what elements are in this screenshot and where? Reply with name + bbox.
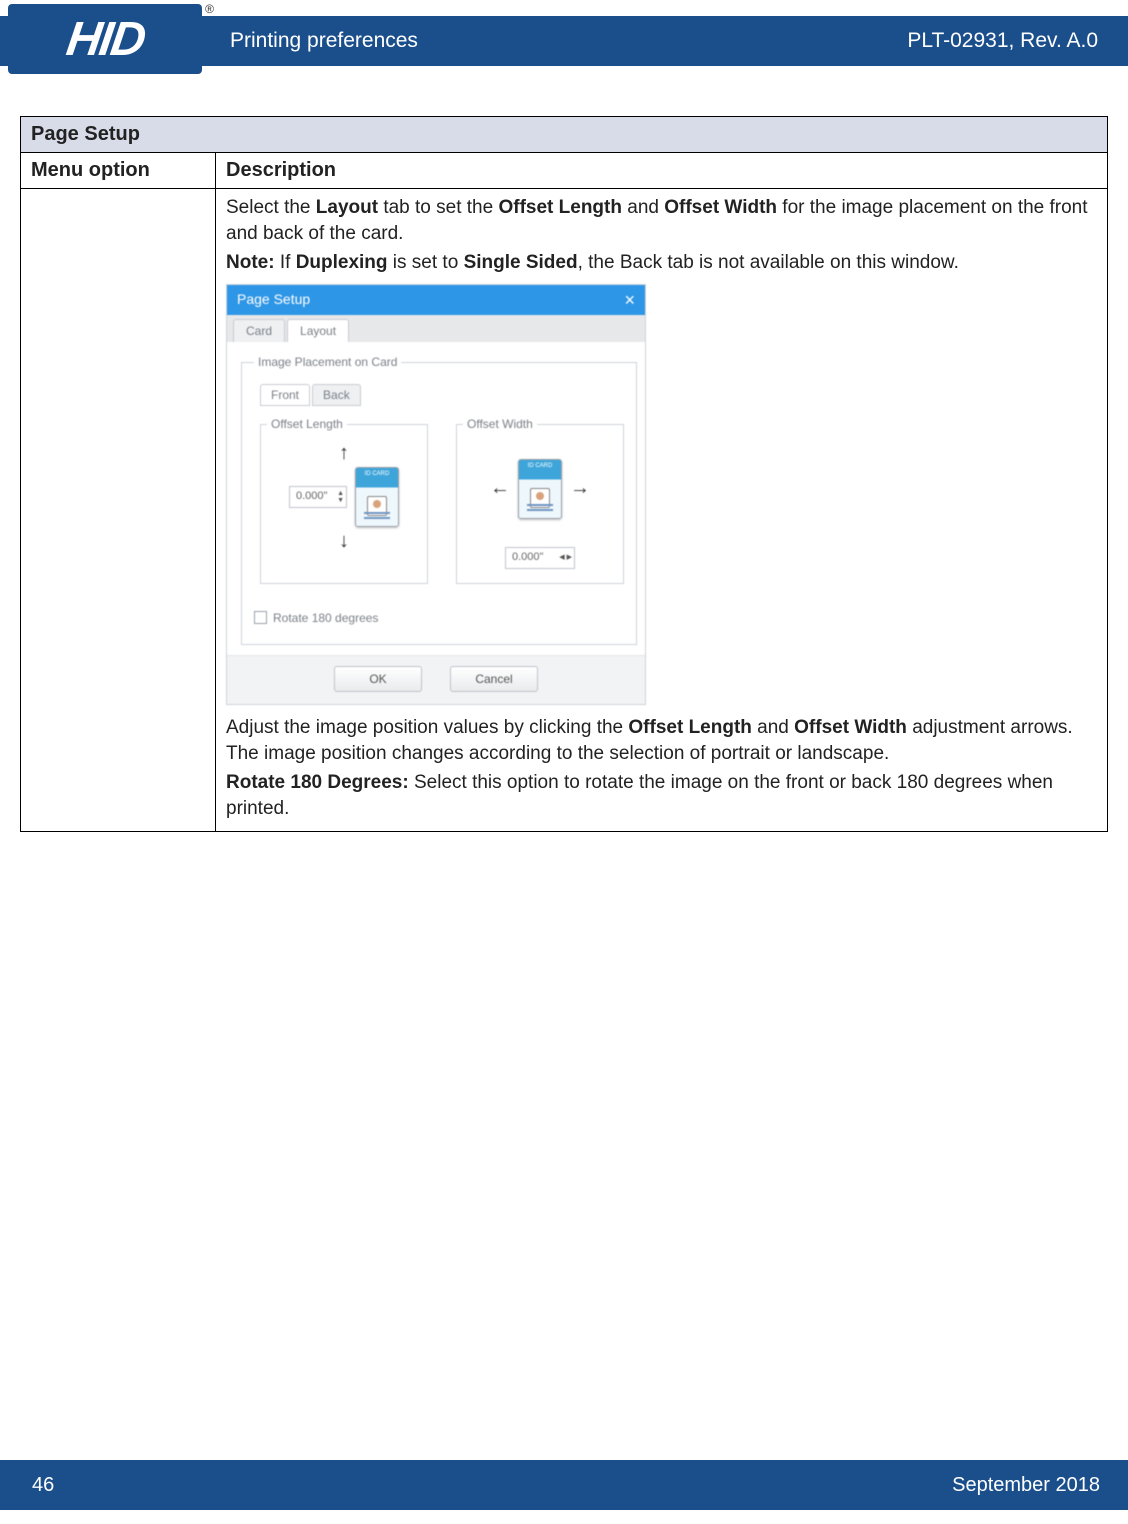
footer-date: September 2018 <box>952 1474 1100 1497</box>
page-setup-dialog: Page Setup × Card Layout Image Placement… <box>226 284 646 705</box>
image-placement-group: Image Placement on Card Front Back Offse… <box>241 354 637 645</box>
description-cell: Select the Layout tab to set the Offset … <box>216 189 1108 832</box>
tab-layout[interactable]: Layout <box>287 319 349 342</box>
offset-length-group: Offset Length ↑ 0.000" ▲ <box>260 416 428 583</box>
ok-button[interactable]: OK <box>334 666 422 692</box>
page-number: 46 <box>32 1474 54 1497</box>
brand-logo: HID ® <box>8 4 202 74</box>
dialog-button-row: OK Cancel <box>227 655 645 704</box>
page-header: Printing preferences PLT-02931, Rev. A.0… <box>0 0 1128 76</box>
desc-note: Note: If Duplexing is set to Single Side… <box>226 250 1097 276</box>
doc-rev: PLT-02931, Rev. A.0 <box>907 29 1098 53</box>
offset-width-group: Offset Width ← → <box>456 416 624 583</box>
offset-width-spinner[interactable]: ◀ ▶ <box>559 554 572 561</box>
close-icon[interactable]: × <box>624 291 635 309</box>
tab-front[interactable]: Front <box>260 384 310 406</box>
page-footer: 46 September 2018 <box>0 1460 1128 1510</box>
offset-length-legend: Offset Length <box>267 416 347 432</box>
arrow-right-icon: → <box>570 475 590 502</box>
cancel-button[interactable]: Cancel <box>450 666 538 692</box>
desc-paragraph-1: Select the Layout tab to set the Offset … <box>226 195 1097 246</box>
dialog-main-tabs: Card Layout <box>227 315 645 342</box>
offset-row: Offset Length ↑ 0.000" ▲ <box>254 416 624 583</box>
col-header-menu: Menu option <box>21 153 216 189</box>
offset-length-value: 0.000" <box>296 489 327 504</box>
offset-width-value: 0.000" <box>512 550 543 565</box>
arrow-left-icon: ← <box>490 475 510 502</box>
col-header-desc: Description <box>216 153 1108 189</box>
spinner-up-icon[interactable]: ▲ <box>337 490 344 497</box>
dialog-body: Image Placement on Card Front Back Offse… <box>227 342 645 655</box>
rotate-row: Rotate 180 degrees <box>254 610 624 626</box>
spinner-right-icon[interactable]: ▶ <box>567 554 572 561</box>
rotate-checkbox[interactable] <box>254 611 267 624</box>
spinner-down-icon[interactable]: ▼ <box>337 497 344 504</box>
desc-paragraph-3: Rotate 180 Degrees: Select this option t… <box>226 770 1097 821</box>
section-title: Printing preferences <box>230 29 418 53</box>
tab-back[interactable]: Back <box>312 384 361 406</box>
image-placement-legend: Image Placement on Card <box>254 354 401 370</box>
page-setup-table: Page Setup Menu option Description Selec… <box>20 116 1108 832</box>
offset-width-legend: Offset Width <box>463 416 537 432</box>
arrow-down-icon: ↓ <box>339 531 349 551</box>
offset-length-input[interactable]: 0.000" ▲ ▼ <box>289 486 347 508</box>
tab-card[interactable]: Card <box>233 319 285 342</box>
table-header-row: Menu option Description <box>21 153 1108 189</box>
offset-width-input[interactable]: 0.000" ◀ ▶ <box>505 547 575 569</box>
table-title: Page Setup <box>21 117 1108 153</box>
brand-logo-text: HID <box>63 12 147 67</box>
dialog-titlebar: Page Setup × <box>227 285 645 315</box>
front-back-tabs: Front Back <box>260 384 624 406</box>
card-preview-width <box>518 459 562 519</box>
dialog-title: Page Setup <box>237 290 310 309</box>
page-content: Page Setup Menu option Description Selec… <box>0 76 1128 832</box>
registered-mark: ® <box>205 2 214 16</box>
table-title-row: Page Setup <box>21 117 1108 153</box>
table-row: Select the Layout tab to set the Offset … <box>21 189 1108 832</box>
rotate-label: Rotate 180 degrees <box>273 610 378 626</box>
menu-option-cell <box>21 189 216 832</box>
offset-length-spinner[interactable]: ▲ ▼ <box>337 490 344 504</box>
spinner-left-icon[interactable]: ◀ <box>559 554 564 561</box>
arrow-up-icon: ↑ <box>339 443 349 463</box>
card-preview-length <box>355 467 399 527</box>
desc-paragraph-2: Adjust the image position values by clic… <box>226 715 1097 766</box>
